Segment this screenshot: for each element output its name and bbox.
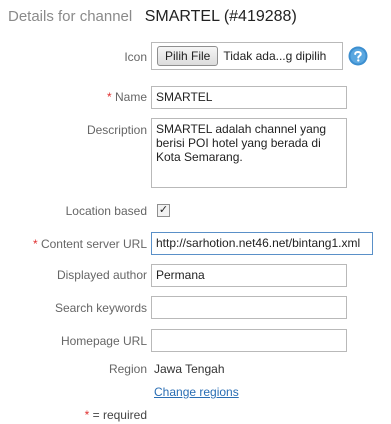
homepage-url-input[interactable] bbox=[151, 329, 347, 352]
required-note-text: = required bbox=[92, 408, 147, 422]
location-based-label: Location based bbox=[65, 204, 147, 218]
required-star: * bbox=[84, 408, 90, 422]
change-regions-link[interactable]: Change regions bbox=[154, 385, 239, 399]
icon-file-input[interactable]: Pilih File Tidak ada...g dipilih bbox=[151, 42, 343, 70]
search-keywords-input[interactable] bbox=[151, 296, 347, 319]
name-label-text: Name bbox=[114, 90, 147, 104]
region-value: Jawa Tengah bbox=[154, 362, 225, 376]
page-title: SMARTEL (#419288) bbox=[144, 8, 297, 25]
content-server-url-label: * Content server URL bbox=[33, 237, 147, 251]
name-label: * Name bbox=[107, 90, 147, 104]
description-textarea[interactable]: SMARTEL adalah channel yang berisi POI h… bbox=[151, 118, 347, 188]
content-server-url-label-text: Content server URL bbox=[40, 237, 147, 251]
header-prefix: Details for channel bbox=[8, 8, 133, 25]
check-icon: ✓ bbox=[158, 204, 169, 216]
content-server-url-input[interactable]: http://sarhotion.net46.net/bintang1.xml bbox=[151, 232, 373, 255]
location-based-checkbox[interactable]: ✓ bbox=[157, 204, 170, 217]
choose-file-button[interactable]: Pilih File bbox=[157, 46, 219, 66]
required-marker: * bbox=[106, 90, 112, 104]
name-input[interactable]: SMARTEL bbox=[151, 86, 347, 109]
region-label: Region bbox=[108, 362, 147, 376]
description-label: Description bbox=[86, 123, 147, 137]
displayed-author-input[interactable]: Permana bbox=[151, 264, 347, 287]
required-note: * = required bbox=[85, 408, 147, 422]
homepage-url-label: Homepage URL bbox=[60, 334, 147, 348]
file-status-text: Tidak ada...g dipilih bbox=[223, 49, 327, 63]
displayed-author-label: Displayed author bbox=[56, 268, 147, 282]
icon-label: Icon bbox=[124, 50, 147, 64]
page-header: Details for channel SMARTEL (#419288) bbox=[8, 8, 388, 34]
search-keywords-label: Search keywords bbox=[54, 301, 147, 315]
required-marker: * bbox=[32, 237, 38, 251]
help-icon[interactable] bbox=[348, 46, 368, 66]
